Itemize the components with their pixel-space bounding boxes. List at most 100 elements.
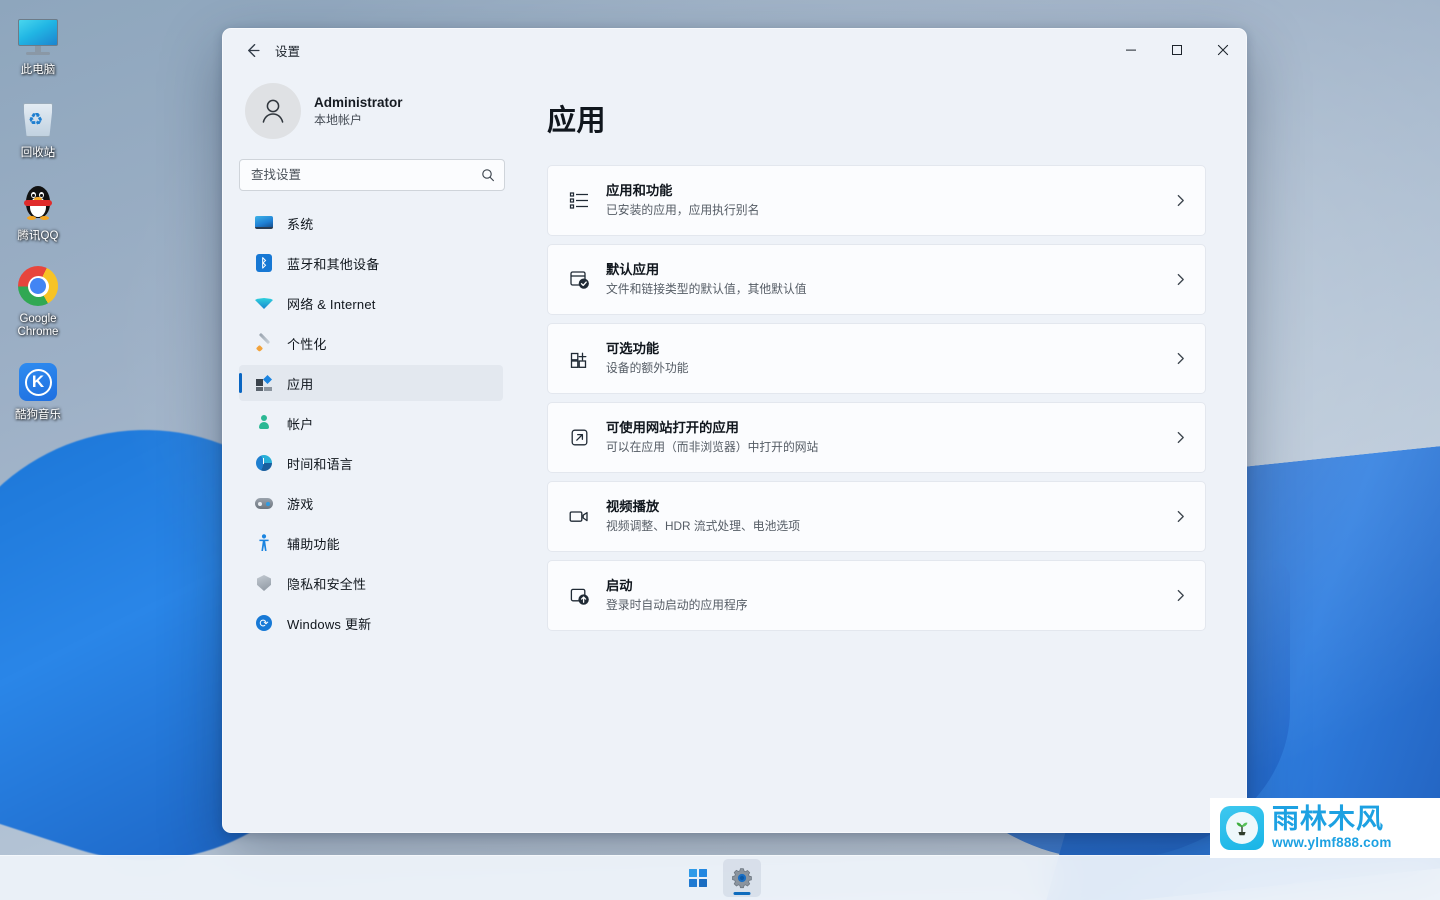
app-list-icon xyxy=(564,190,594,211)
start-button[interactable] xyxy=(679,859,717,897)
desktop-icon-label: 腾讯QQ xyxy=(17,230,59,242)
page-title: 应用 xyxy=(547,105,607,137)
sidebar-item-label: 时间和语言 xyxy=(287,456,354,472)
sidebar: Administrator 本地帐户 系统 xyxy=(223,71,521,832)
windows-logo-icon xyxy=(689,869,707,887)
sidebar-item-bluetooth[interactable]: ᛒ 蓝牙和其他设备 xyxy=(239,245,503,281)
desktop-icon-this-pc[interactable]: 此电脑 xyxy=(0,8,76,81)
sidebar-nav-list: 系统 ᛒ 蓝牙和其他设备 网络 & Internet 个性化 应用 帐户 时间和… xyxy=(239,205,505,645)
avatar xyxy=(245,83,301,139)
settings-card-video-playback[interactable]: 视频播放 视频调整、HDR 流式处理、电池选项 xyxy=(547,481,1206,552)
sidebar-item-accessibility[interactable]: 辅助功能 xyxy=(239,525,503,561)
sidebar-item-accounts[interactable]: 帐户 xyxy=(239,405,503,441)
card-subtitle: 登录时自动启动的应用程序 xyxy=(606,598,748,612)
watermark-brand: 雨林木风 xyxy=(1272,804,1384,836)
close-button[interactable] xyxy=(1200,29,1246,71)
sidebar-item-label: 个性化 xyxy=(287,336,327,352)
settings-card-startup[interactable]: 启动 登录时自动启动的应用程序 xyxy=(547,560,1206,631)
sidebar-item-privacy-security[interactable]: 隐私和安全性 xyxy=(239,565,503,601)
desktop-icon-label: Google Chrome xyxy=(17,313,59,338)
minimize-button[interactable] xyxy=(1108,29,1154,71)
window-body: Administrator 本地帐户 系统 xyxy=(223,71,1246,832)
sidebar-item-system[interactable]: 系统 xyxy=(239,205,503,241)
sidebar-item-label: 帐户 xyxy=(287,416,314,432)
close-icon xyxy=(1217,44,1229,56)
desktop-icon-tencent-qq[interactable]: 腾讯QQ xyxy=(0,174,76,247)
sidebar-item-time-language[interactable]: 时间和语言 xyxy=(239,445,503,481)
user-avatar-icon xyxy=(262,99,284,123)
settings-card-optional-features[interactable]: 可选功能 设备的额外功能 xyxy=(547,323,1206,394)
back-arrow-icon xyxy=(247,43,260,57)
seedling-logo-icon xyxy=(1220,806,1264,850)
sidebar-item-label: 应用 xyxy=(287,376,314,392)
card-subtitle: 可以在应用（而非浏览器）中打开的网站 xyxy=(606,440,819,454)
privacy-shield-icon xyxy=(255,574,273,592)
sidebar-item-label: 系统 xyxy=(287,216,314,232)
profile-name: Administrator xyxy=(314,95,403,110)
sidebar-item-apps[interactable]: 应用 xyxy=(239,365,503,401)
desktop-icon-label: 回收站 xyxy=(20,147,56,159)
desktop-icon-kugou-music[interactable]: K 酷狗音乐 xyxy=(0,353,76,426)
sidebar-item-label: 辅助功能 xyxy=(287,536,340,552)
search-input[interactable] xyxy=(239,159,505,191)
search-field-wrapper xyxy=(239,159,505,191)
chevron-right-icon xyxy=(1174,431,1187,444)
bluetooth-icon: ᛒ xyxy=(255,254,273,272)
video-playback-icon xyxy=(564,506,594,527)
system-icon xyxy=(255,214,273,232)
taskbar xyxy=(0,855,1440,900)
watermark-url: www.ylmf888.com xyxy=(1272,835,1392,851)
maximize-icon xyxy=(1172,45,1182,55)
default-apps-check-icon xyxy=(564,269,594,290)
card-subtitle: 设备的额外功能 xyxy=(606,361,689,375)
chevron-right-icon xyxy=(1174,589,1187,602)
recycle-bin-icon: ♻ xyxy=(15,97,61,143)
main-content: 应用 应用和功能 已安装的应用，应用执行别名 默认应用 文件和链接类型的默认值，… xyxy=(521,71,1246,832)
chevron-right-icon xyxy=(1174,273,1187,286)
desktop-icon-recycle-bin[interactable]: ♻ 回收站 xyxy=(0,91,76,164)
settings-card-apps-and-features[interactable]: 应用和功能 已安装的应用，应用执行别名 xyxy=(547,165,1206,236)
card-title: 可使用网站打开的应用 xyxy=(606,420,739,435)
settings-card-default-apps[interactable]: 默认应用 文件和链接类型的默认值，其他默认值 xyxy=(547,244,1206,315)
card-title: 视频播放 xyxy=(606,499,660,514)
accessibility-icon xyxy=(255,534,273,552)
accounts-icon xyxy=(255,414,273,432)
gaming-controller-icon xyxy=(255,494,273,512)
maximize-button[interactable] xyxy=(1154,29,1200,71)
desktop-icon-google-chrome[interactable]: Google Chrome xyxy=(0,257,76,343)
user-profile[interactable]: Administrator 本地帐户 xyxy=(239,71,505,143)
sidebar-item-gaming[interactable]: 游戏 xyxy=(239,485,503,521)
open-with-website-icon xyxy=(564,427,594,448)
personalization-brush-icon xyxy=(255,334,273,352)
kugou-music-icon: K xyxy=(15,359,61,405)
desktop-icon-list: 此电脑 ♻ 回收站 腾讯QQ Google Chrome K 酷狗音乐 xyxy=(0,8,76,436)
sidebar-item-personalization[interactable]: 个性化 xyxy=(239,325,503,361)
window-controls xyxy=(1108,29,1246,71)
card-subtitle: 文件和链接类型的默认值，其他默认值 xyxy=(606,282,807,296)
window-titlebar: 设置 xyxy=(223,29,1246,71)
google-chrome-icon xyxy=(15,263,61,309)
desktop-icon-label: 酷狗音乐 xyxy=(15,409,61,421)
back-button[interactable] xyxy=(235,35,269,65)
settings-card-apps-for-websites[interactable]: 可使用网站打开的应用 可以在应用（而非浏览器）中打开的网站 xyxy=(547,402,1206,473)
settings-taskbar-button[interactable] xyxy=(723,859,761,897)
sidebar-item-label: Windows 更新 xyxy=(287,616,372,632)
card-title: 默认应用 xyxy=(606,262,660,277)
card-subtitle: 视频调整、HDR 流式处理、电池选项 xyxy=(606,519,800,533)
windows-update-icon: ⟳ xyxy=(255,614,273,632)
sidebar-item-label: 游戏 xyxy=(287,496,314,512)
card-title: 启动 xyxy=(606,578,633,593)
profile-subtitle: 本地帐户 xyxy=(314,113,363,127)
sidebar-item-windows-update[interactable]: ⟳ Windows 更新 xyxy=(239,605,503,641)
minimize-icon xyxy=(1126,49,1136,51)
sidebar-item-label: 蓝牙和其他设备 xyxy=(287,256,380,272)
startup-apps-icon xyxy=(564,585,594,606)
network-wifi-icon xyxy=(255,294,273,312)
chevron-right-icon xyxy=(1174,352,1187,365)
optional-features-grid-plus-icon xyxy=(564,348,594,369)
desktop-icon-label: 此电脑 xyxy=(20,64,56,76)
sidebar-item-network[interactable]: 网络 & Internet xyxy=(239,285,503,321)
sidebar-item-label: 网络 & Internet xyxy=(287,296,376,312)
window-title: 设置 xyxy=(275,44,301,59)
gear-icon xyxy=(730,866,754,890)
